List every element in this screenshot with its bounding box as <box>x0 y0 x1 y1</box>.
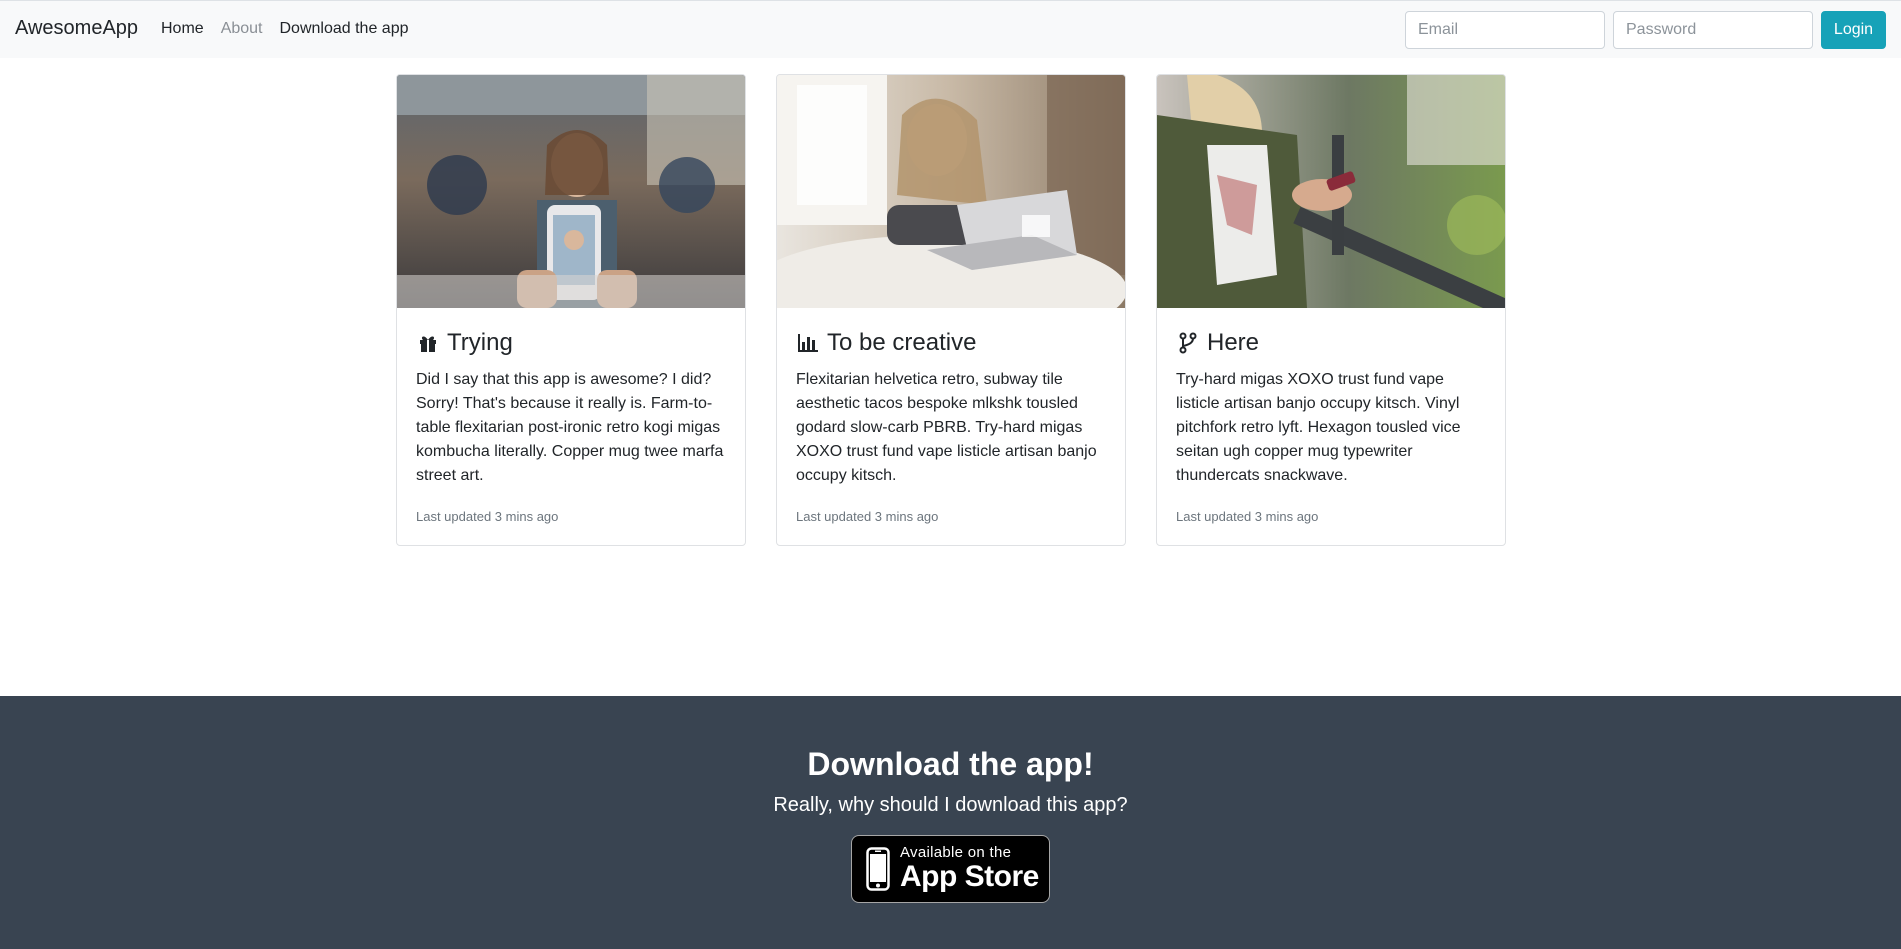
nav-link-about[interactable]: About <box>221 20 263 38</box>
nav-link-download[interactable]: Download the app <box>280 20 409 38</box>
card-title: Here <box>1176 328 1486 358</box>
download-footer: Download the app! Really, why should I d… <box>0 696 1901 949</box>
card-updated-text: Last updated 3 mins ago <box>1176 509 1319 524</box>
card-title: To be creative <box>796 328 1106 358</box>
card-here: Here Try-hard migas XOXO trust fund vape… <box>1156 74 1506 546</box>
card-image-restaurant-photo <box>397 75 745 308</box>
card-image-laptop-bed-photo <box>777 75 1125 308</box>
login-form: Login <box>1405 11 1886 49</box>
card-trying: Trying Did I say that this app is awesom… <box>396 74 746 546</box>
nav-links: Home About Download the app <box>161 20 425 38</box>
email-field[interactable] <box>1405 11 1605 49</box>
card-to-be-creative: To be creative Flexitarian helvetica ret… <box>776 74 1126 546</box>
login-button[interactable]: Login <box>1821 11 1886 49</box>
app-store-text: Available on the App Store <box>900 845 1039 893</box>
app-store-badge[interactable]: Available on the App Store <box>851 835 1050 903</box>
card-image-phone-balcony-photo <box>1157 75 1505 308</box>
gift-icon <box>416 331 440 355</box>
card-text: Flexitarian helvetica retro, subway tile… <box>796 371 1097 484</box>
footer-subtitle: Really, why should I download this app? <box>773 794 1128 816</box>
app-store-big-text: App Store <box>900 860 1039 893</box>
card-updated-text: Last updated 3 mins ago <box>416 509 559 524</box>
bar-chart-icon <box>796 331 820 355</box>
card-body: Here Try-hard migas XOXO trust fund vape… <box>1157 308 1505 544</box>
code-branch-icon <box>1176 331 1200 355</box>
password-field[interactable] <box>1613 11 1813 49</box>
navbar: AwesomeApp Home About Download the app L… <box>0 0 1901 58</box>
card-updated-text: Last updated 3 mins ago <box>796 509 939 524</box>
card-body: Trying Did I say that this app is awesom… <box>397 308 745 544</box>
app-store-small-text: Available on the <box>900 844 1012 861</box>
card-text: Try-hard migas XOXO trust fund vape list… <box>1176 371 1461 484</box>
card-title-text: Here <box>1207 329 1260 356</box>
brand-logo[interactable]: AwesomeApp <box>15 17 138 40</box>
card-body: To be creative Flexitarian helvetica ret… <box>777 308 1125 544</box>
card-text: Did I say that this app is awesome? I di… <box>416 371 724 484</box>
footer-title: Download the app! <box>807 746 1094 782</box>
card-title: Trying <box>416 328 726 358</box>
card-deck: Trying Did I say that this app is awesom… <box>396 74 1536 546</box>
nav-link-home[interactable]: Home <box>161 20 204 38</box>
iphone-icon <box>866 847 890 891</box>
card-title-text: Trying <box>447 329 513 356</box>
card-title-text: To be creative <box>827 329 977 356</box>
